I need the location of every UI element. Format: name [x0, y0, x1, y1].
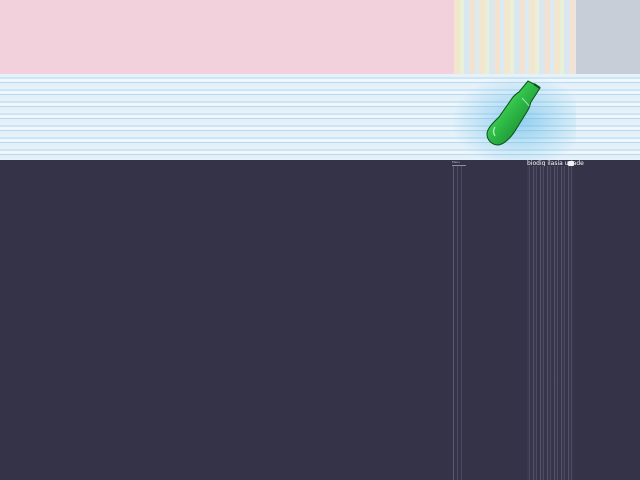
left-column-line-3 — [461, 166, 462, 480]
sidebar-mini-divider — [452, 165, 466, 166]
top-stripes — [454, 0, 576, 74]
left-column-line-1 — [453, 166, 454, 480]
sidebar-mini-header: Menu — [452, 161, 466, 169]
bottle-image — [472, 78, 558, 154]
right-column-stripes — [527, 166, 574, 480]
page-root: Menu biodiq ilasia uriade — [0, 0, 640, 480]
top-right-panel — [576, 0, 640, 74]
sidebar-mini-label: Menu — [452, 160, 461, 164]
left-column-line-2 — [457, 166, 458, 480]
